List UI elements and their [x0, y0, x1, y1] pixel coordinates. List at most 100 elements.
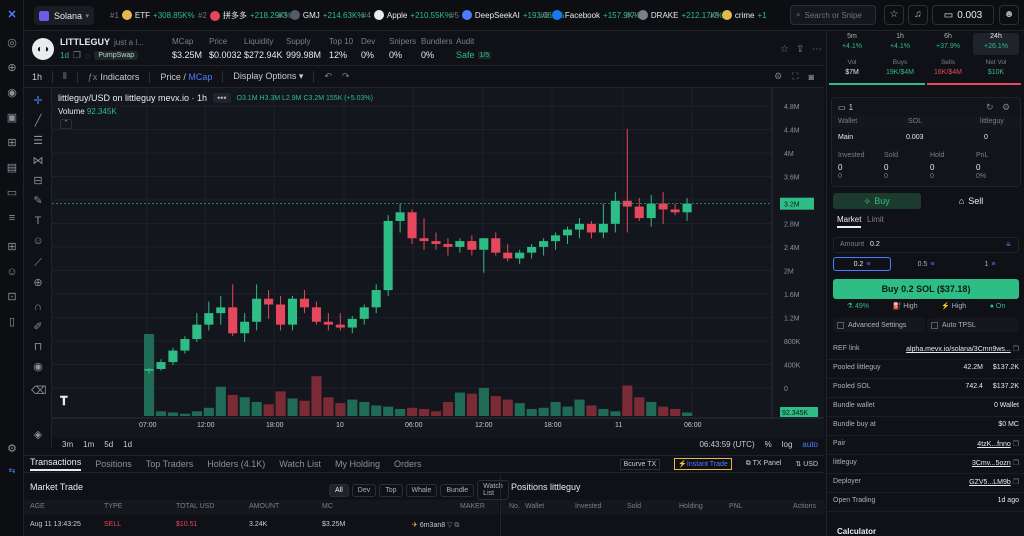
- filter-top[interactable]: Top: [379, 483, 403, 497]
- filter-dev[interactable]: Dev: [351, 483, 377, 497]
- magnet-icon[interactable]: ∩: [31, 300, 45, 314]
- ruler-icon[interactable]: ⟋: [31, 256, 45, 270]
- layers-icon[interactable]: ◈: [31, 428, 45, 442]
- trash-icon[interactable]: ⌫: [31, 384, 47, 398]
- limit-tab[interactable]: Limit: [867, 215, 884, 224]
- cursor-icon[interactable]: ✛: [31, 94, 45, 108]
- tab-holders[interactable]: Holders (4.1K): [207, 459, 265, 469]
- compass-icon[interactable]: ◎: [5, 36, 19, 50]
- zoom-icon[interactable]: ⊕: [31, 276, 45, 290]
- filter-whale[interactable]: Whale: [405, 483, 438, 497]
- buy-tab[interactable]: ⟡ Buy: [833, 193, 921, 209]
- tab-positions[interactable]: Positions: [95, 459, 132, 469]
- emoji-icon[interactable]: ☺: [31, 234, 45, 248]
- priority-option[interactable]: ⛽ High: [893, 302, 918, 310]
- ticker-item[interactable]: #4 Apple +210.55K%: [362, 10, 452, 20]
- copy-icon[interactable]: ❐: [1013, 346, 1019, 353]
- filter-bundle[interactable]: Bundle: [440, 483, 475, 497]
- info-row[interactable]: Pair 4tzK...fnno ❐: [833, 440, 1019, 448]
- bell-icon[interactable]: ♫: [908, 5, 928, 25]
- settings-icon[interactable]: ⚙: [5, 442, 19, 456]
- profile-icon[interactable]: ☻: [999, 5, 1019, 25]
- log-toggle[interactable]: log: [782, 440, 793, 449]
- wallet-icon[interactable]: ▭: [5, 186, 19, 200]
- ticker-item[interactable]: #8 crime +1: [710, 10, 767, 20]
- preset-1[interactable]: 1 ≡: [961, 257, 1019, 271]
- tab-top-traders[interactable]: Top Traders: [146, 459, 194, 469]
- redo-icon[interactable]: ↷: [342, 71, 350, 82]
- tab-transactions[interactable]: Transactions: [30, 457, 82, 471]
- timeframe-3m[interactable]: 3m: [62, 440, 73, 449]
- copy-icon[interactable]: ❐: [1013, 479, 1019, 486]
- ticker-item[interactable]: #1 ETF +308.85K%: [110, 10, 195, 20]
- collapse-legend-icon[interactable]: ⌃: [60, 119, 72, 129]
- timeframe-1m[interactable]: 1m: [83, 440, 94, 449]
- display-options-button[interactable]: Display Options ▾: [233, 71, 303, 82]
- gift-box-icon[interactable]: ⊡: [5, 290, 19, 304]
- advanced-settings-toggle[interactable]: Advanced Settings: [833, 318, 925, 332]
- users-icon[interactable]: ☺: [5, 265, 19, 279]
- share-icon[interactable]: ⇪: [796, 44, 804, 55]
- pitchfork-icon[interactable]: ⋈: [31, 154, 45, 168]
- tab-watch-list[interactable]: Watch List: [279, 459, 321, 469]
- slippage-option[interactable]: ⚗ 49%: [847, 302, 869, 310]
- tx-panel-button[interactable]: ⧉ TX Panel: [746, 460, 782, 468]
- star-icon[interactable]: ☆: [884, 5, 904, 25]
- settings-icon[interactable]: ⚙: [1002, 102, 1010, 113]
- horizontal-lines-icon[interactable]: ☰: [31, 134, 45, 148]
- mev-option[interactable]: ● On: [990, 303, 1006, 310]
- gift-icon[interactable]: ⊞: [5, 136, 19, 150]
- copy-icon[interactable]: ❐: [1013, 441, 1019, 448]
- tab-my-holding[interactable]: My Holding: [335, 459, 380, 469]
- list-icon[interactable]: ≡: [5, 211, 19, 225]
- wallet-row-main[interactable]: Main 0.003 0: [832, 132, 1020, 144]
- crosshair-icon[interactable]: ⊕: [5, 61, 19, 75]
- more-icon[interactable]: •••: [213, 93, 231, 103]
- market-tab[interactable]: Market: [837, 215, 862, 228]
- tf-5m[interactable]: 5m +4.1%: [829, 33, 875, 55]
- bcurve-tx-button[interactable]: Bcurve TX: [619, 458, 661, 470]
- instant-trade-button[interactable]: ⚡Instant Trade: [674, 458, 732, 470]
- more-icon[interactable]: ⋯: [812, 44, 822, 55]
- timeframe-5d[interactable]: 5d: [104, 440, 113, 449]
- info-row[interactable]: littleguy 3Cmv...5ozn ❐: [833, 459, 1019, 467]
- website-icon[interactable]: ◌: [85, 51, 90, 61]
- fullscreen-icon[interactable]: ⛶: [792, 71, 798, 82]
- candlestick-chart[interactable]: 4.8M 4.4M 4M 3.6M 3.2M 2.8M 2.4M 2M 1.6M 1.2M 800K…: [52, 88, 824, 438]
- indicators-button[interactable]: ƒx Indicators: [88, 72, 140, 82]
- copy-icon[interactable]: ❐: [73, 50, 81, 61]
- undo-icon[interactable]: ↶: [324, 71, 332, 82]
- brush-icon[interactable]: ✎: [31, 194, 45, 208]
- document-icon[interactable]: ▯: [5, 315, 19, 329]
- fib-icon[interactable]: ⊟: [31, 174, 45, 188]
- settings-icon[interactable]: ⚙: [774, 71, 782, 82]
- ticker-item[interactable]: #7 DRAKE +212.17K%: [626, 10, 723, 20]
- copy-icon[interactable]: ❐: [1013, 460, 1019, 467]
- sell-tab[interactable]: ⌂ Sell: [923, 193, 1019, 209]
- usd-toggle[interactable]: ⇅ USD: [795, 460, 818, 468]
- text-icon[interactable]: T: [31, 214, 45, 228]
- table-row[interactable]: Aug 11 13:43:25 SELL $10.51 3.24K $3.25M…: [24, 518, 499, 532]
- tf-1h[interactable]: 1h +4.1%: [877, 33, 923, 55]
- buy-submit-button[interactable]: Buy 0.2 SOL ($37.18): [833, 279, 1019, 299]
- tf-24h[interactable]: 24h +26.1%: [973, 33, 1019, 55]
- interval-selector[interactable]: 1h: [32, 72, 42, 82]
- price-mcap-toggle[interactable]: Price / MCap: [160, 72, 212, 82]
- favorite-star-icon[interactable]: ☆: [780, 44, 789, 55]
- timeframe-1d[interactable]: 1d: [123, 440, 132, 449]
- camera-icon[interactable]: ◙: [809, 72, 814, 82]
- chart-icon[interactable]: ▤: [5, 161, 19, 175]
- percent-toggle[interactable]: %: [765, 440, 772, 449]
- bribe-option[interactable]: ⚡ High: [941, 302, 966, 310]
- preset-0-5[interactable]: 0.5 ≡: [897, 257, 955, 271]
- app-logo-icon[interactable]: ✕: [5, 8, 19, 22]
- radar-icon[interactable]: ◉: [5, 86, 19, 100]
- tf-6h[interactable]: 6h +37.9%: [925, 33, 971, 55]
- trendline-icon[interactable]: ╱: [31, 114, 45, 128]
- eye-icon[interactable]: ◉: [31, 360, 45, 374]
- wallet-count[interactable]: ▭ 1: [838, 103, 853, 112]
- language-icon[interactable]: ⇆: [5, 464, 19, 478]
- lock-icon[interactable]: ▣: [5, 111, 19, 125]
- candle-type-icon[interactable]: ⫴: [63, 71, 67, 82]
- amount-input[interactable]: Amount 0.2 ≡: [833, 237, 1019, 253]
